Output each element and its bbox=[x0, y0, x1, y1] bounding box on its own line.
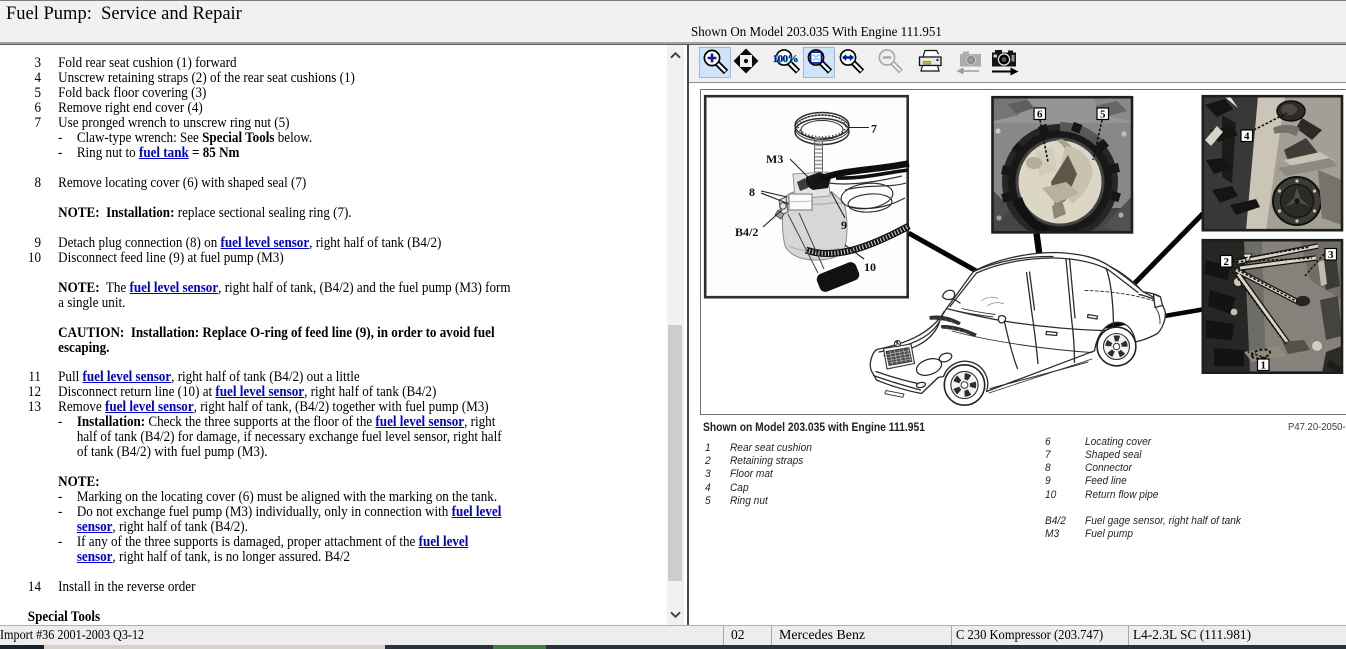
svg-text:3: 3 bbox=[1328, 249, 1334, 261]
svg-text:9: 9 bbox=[841, 218, 847, 232]
svg-text:2: 2 bbox=[1223, 256, 1229, 268]
svg-text:7: 7 bbox=[871, 122, 877, 136]
svg-text:5: 5 bbox=[1100, 109, 1106, 121]
svg-text:4: 4 bbox=[1244, 131, 1250, 143]
svg-text:M3: M3 bbox=[766, 152, 783, 166]
svg-text:1: 1 bbox=[1260, 360, 1266, 372]
svg-text:100%: 100% bbox=[773, 53, 799, 65]
svg-text:B4/2: B4/2 bbox=[735, 225, 758, 239]
svg-text:8: 8 bbox=[749, 185, 755, 199]
svg-text:6: 6 bbox=[1037, 109, 1043, 121]
svg-text:10: 10 bbox=[864, 260, 876, 274]
